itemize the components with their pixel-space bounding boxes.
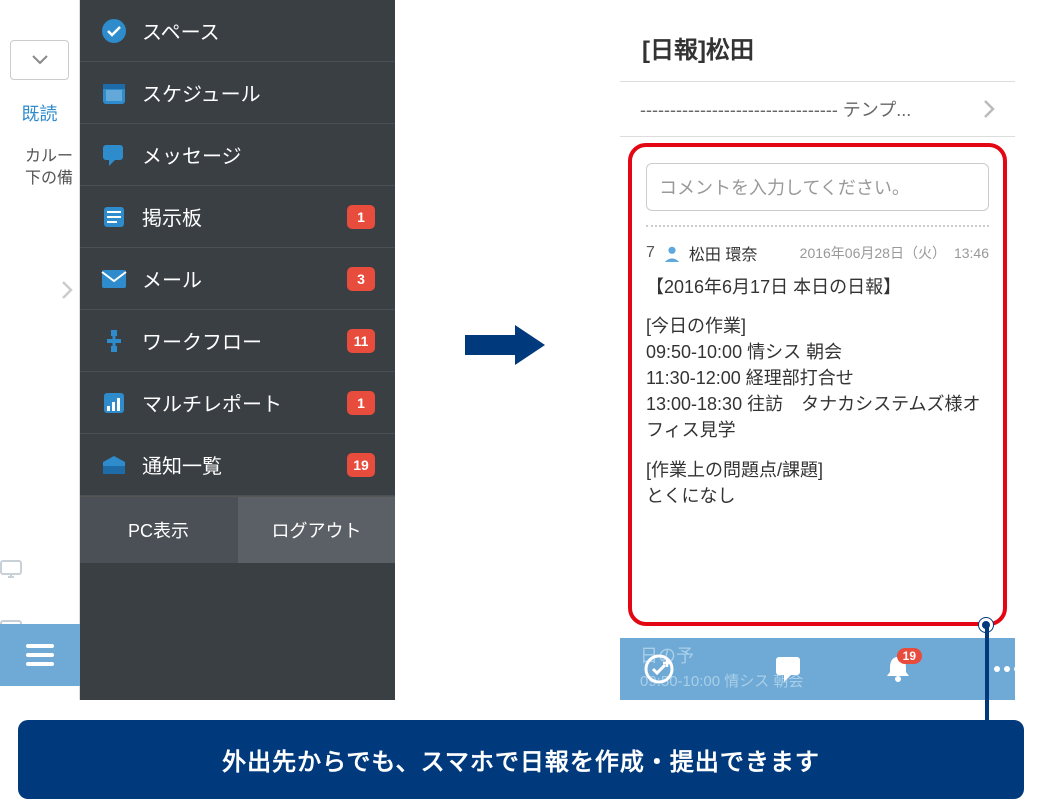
callout-line xyxy=(985,624,989,720)
menu-item-notifications[interactable]: 通知一覧 19 xyxy=(80,434,395,496)
highlight-frame: コメントを入力してください。 7 松田 環奈 2016年06月28日（火） 13… xyxy=(628,143,1007,626)
check-circle-icon xyxy=(100,17,128,45)
menu-label: ワークフロー xyxy=(142,326,333,355)
menu-label: 掲示板 xyxy=(142,202,333,231)
caption-text: 外出先からでも、スマホで日報を作成・提出できます xyxy=(48,742,994,777)
workflow-icon xyxy=(100,327,128,355)
arrow-icon xyxy=(460,320,550,370)
badge-count: 3 xyxy=(347,267,375,291)
menu-item-message[interactable]: メッセージ xyxy=(80,124,395,186)
menu-item-board[interactable]: 掲示板 1 xyxy=(80,186,395,248)
report-body: コメントを入力してください。 7 松田 環奈 2016年06月28日（火） 13… xyxy=(620,137,1015,638)
post-section-1: [今日の作業] 09:50-10:00 情シス 朝会 11:30-12:00 経… xyxy=(646,313,989,443)
notification-badge: 19 xyxy=(897,648,922,664)
report-icon xyxy=(100,389,128,417)
chevron-right-icon xyxy=(983,99,995,119)
hamburger-icon xyxy=(26,644,54,666)
hamburger-button[interactable] xyxy=(0,624,80,686)
chat-icon[interactable] xyxy=(774,654,804,684)
page-title: [日報]松田 xyxy=(642,30,993,65)
author-name: 松田 環奈 xyxy=(689,241,757,265)
partial-text: カルー 下の備 xyxy=(0,146,79,190)
task-icon[interactable] xyxy=(644,654,674,684)
menu-item-space[interactable]: スペース xyxy=(80,0,395,62)
chevron-down-icon xyxy=(32,55,48,65)
menu-label: メッセージ xyxy=(142,140,375,169)
inbox-icon xyxy=(100,451,128,479)
comment-input[interactable]: コメントを入力してください。 xyxy=(646,163,989,211)
speech-icon xyxy=(100,141,128,169)
menu-item-multireport[interactable]: マルチレポート 1 xyxy=(80,372,395,434)
left-phone-screenshot: 既読 カルー 下の備 スペース スケジュール メッセージ 掲示板 1 xyxy=(0,0,395,700)
menu-item-schedule[interactable]: スケジュール xyxy=(80,62,395,124)
menu-label: マルチレポート xyxy=(142,388,333,417)
filter-dropdown[interactable] xyxy=(10,40,69,80)
post-title: 【2016年6月17日 本日の日報】 xyxy=(646,273,989,299)
menu-label: スペース xyxy=(142,16,375,45)
logout-button[interactable]: ログアウト xyxy=(238,497,395,563)
menu-item-workflow[interactable]: ワークフロー 11 xyxy=(80,310,395,372)
menu-label: メール xyxy=(142,264,333,293)
more-icon[interactable] xyxy=(992,654,1022,684)
mail-icon xyxy=(100,265,128,293)
separator xyxy=(646,225,989,227)
bell-icon[interactable]: 19 xyxy=(884,654,912,684)
badge-count: 1 xyxy=(347,205,375,229)
chevron-right-icon xyxy=(61,280,73,300)
post-section-2: [作業上の問題点/課題] とくになし xyxy=(646,457,989,509)
pc-view-button[interactable]: PC表示 xyxy=(80,497,238,563)
template-selector[interactable]: --------------------------------- テンプ... xyxy=(620,82,1015,137)
user-icon xyxy=(663,244,681,262)
badge-count: 1 xyxy=(347,391,375,415)
post-time: 13:46 xyxy=(954,245,989,261)
caption-banner: 外出先からでも、スマホで日報を作成・提出できます xyxy=(18,720,1024,799)
navigation-menu: スペース スケジュール メッセージ 掲示板 1 メール 3 ワークフロー 11 … xyxy=(80,0,395,700)
board-icon xyxy=(100,203,128,231)
post-date: 2016年06月28日（火） xyxy=(800,243,946,263)
page-header: [日報]松田 xyxy=(620,0,1015,82)
calendar-icon xyxy=(100,79,128,107)
template-label: --------------------------------- テンプ... xyxy=(640,96,983,122)
desktop-icon xyxy=(0,560,79,580)
post-number: 7 xyxy=(646,244,655,262)
right-phone-screenshot: [日報]松田 ---------------------------------… xyxy=(620,0,1015,700)
left-background-strip: 既読 カルー 下の備 xyxy=(0,0,80,700)
menu-footer: PC表示 ログアウト xyxy=(80,496,395,563)
badge-count: 19 xyxy=(347,453,375,477)
menu-label: スケジュール xyxy=(142,78,375,107)
post-meta: 7 松田 環奈 2016年06月28日（火） 13:46 xyxy=(646,241,989,265)
read-status-label: 既読 xyxy=(0,80,79,146)
menu-item-mail[interactable]: メール 3 xyxy=(80,248,395,310)
bottom-toolbar: 日の予 09:50-10:00 情シス 朝会 19 xyxy=(620,638,1015,700)
menu-label: 通知一覧 xyxy=(142,450,333,479)
badge-count: 11 xyxy=(347,329,375,353)
